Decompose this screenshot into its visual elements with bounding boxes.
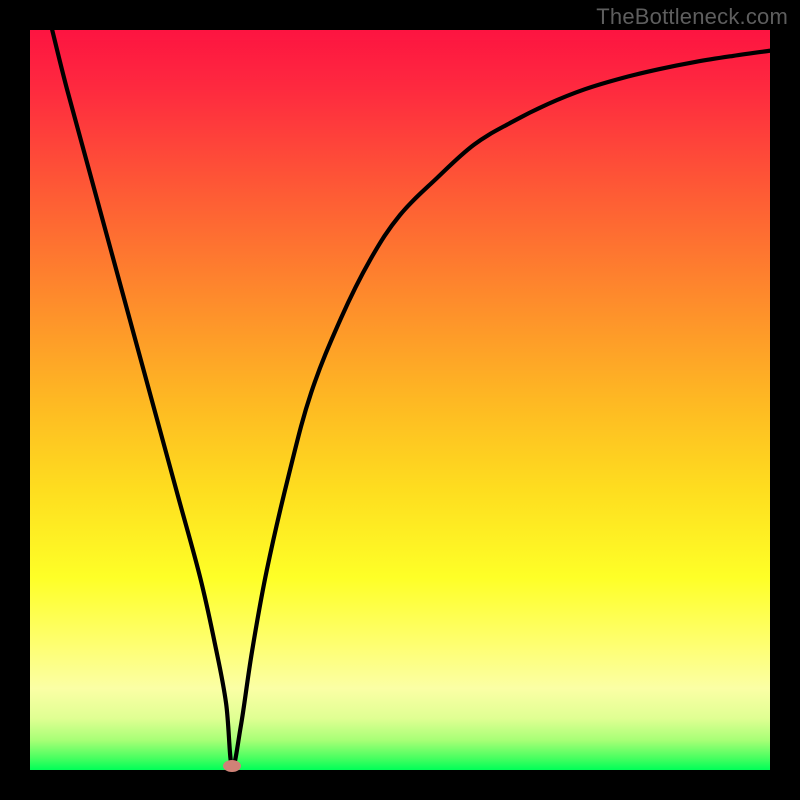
plot-area: [30, 30, 770, 770]
optimum-marker: [223, 760, 241, 772]
watermark-text: TheBottleneck.com: [596, 4, 788, 30]
bottleneck-curve: [30, 30, 770, 770]
chart-frame: TheBottleneck.com: [0, 0, 800, 800]
